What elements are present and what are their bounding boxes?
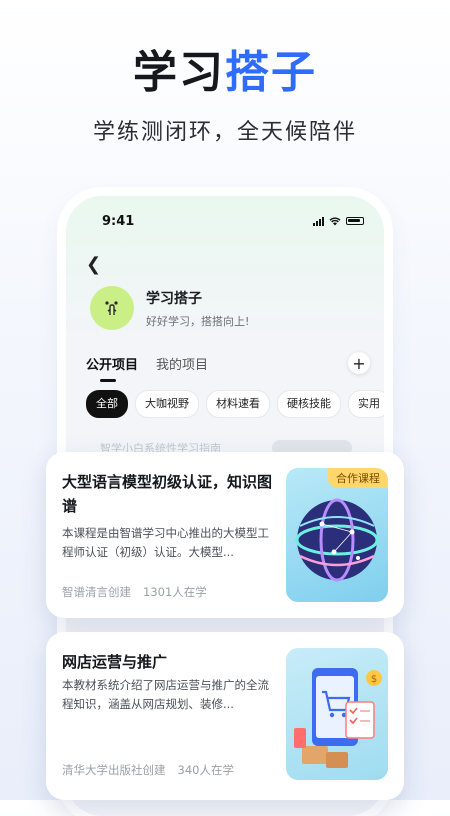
course-learners: 1301人在学 bbox=[143, 585, 207, 599]
course-thumbnail: 合作课程 bbox=[286, 468, 388, 602]
profile-name: 学习搭子 bbox=[146, 291, 202, 307]
filter-chip-practical[interactable]: 实用 bbox=[348, 390, 384, 418]
status-icons bbox=[313, 216, 364, 226]
course-description: 本课程是由智谱学习中心推出的大模型工程师认证（初级）认证。大模型... bbox=[62, 526, 269, 559]
globe-network-icon bbox=[295, 498, 379, 582]
course-description: 本教材系统介绍了网店运营与推广的全流程知识，涵盖从网店规划、装修... bbox=[62, 678, 269, 711]
tab-public-projects[interactable]: 公开项目 bbox=[86, 354, 138, 382]
hero-title: 学习搭子 bbox=[0, 36, 450, 100]
course-card[interactable]: 网店运营与推广 本教材系统介绍了网店运营与推广的全流程知识，涵盖从网店规划、装修… bbox=[46, 632, 404, 800]
svg-text:$: $ bbox=[371, 674, 377, 685]
hero-title-part1: 学习 bbox=[133, 47, 225, 98]
filter-chip-experts[interactable]: 大咖视野 bbox=[135, 390, 199, 418]
course-title: 网店运营与推广 bbox=[62, 653, 168, 671]
filter-chip-materials[interactable]: 材料速看 bbox=[206, 390, 270, 418]
course-meta: 清华大学出版社创建 340人在学 bbox=[62, 762, 234, 778]
filter-chip-all[interactable]: 全部 bbox=[86, 390, 128, 418]
filter-chips: 全部 大咖视野 材料速看 硬核技能 实用 bbox=[86, 390, 384, 418]
add-project-button[interactable]: + bbox=[348, 352, 370, 374]
course-creator: 智谱清言创建 bbox=[62, 585, 131, 599]
course-thumbnail: $ bbox=[286, 648, 388, 780]
tab-my-projects[interactable]: 我的项目 bbox=[156, 354, 208, 373]
battery-icon bbox=[346, 217, 364, 225]
course-meta: 智谱清言创建 1301人在学 bbox=[62, 584, 207, 600]
shush-face-icon bbox=[105, 301, 118, 315]
hero-subtitle: 学练测闭环，全天候陪伴 bbox=[92, 120, 357, 145]
course-creator: 清华大学出版社创建 bbox=[62, 763, 166, 777]
hero-title-part2: 搭子 bbox=[225, 47, 317, 98]
status-time: 9:41 bbox=[102, 214, 135, 229]
ecommerce-icon: $ bbox=[294, 668, 382, 768]
signal-icon bbox=[313, 216, 324, 226]
plus-icon: + bbox=[352, 353, 366, 373]
profile-bio: 好好学习，搭搭向上! bbox=[146, 315, 250, 328]
back-icon[interactable]: ❮ bbox=[86, 254, 101, 275]
wifi-icon bbox=[329, 217, 341, 225]
course-title: 大型语言模型初级认证，知识图谱 bbox=[62, 473, 273, 515]
course-card[interactable]: 大型语言模型初级认证，知识图谱 本课程是由智谱学习中心推出的大模型工程师认证（初… bbox=[46, 452, 404, 618]
course-learners: 340人在学 bbox=[177, 763, 234, 777]
partner-badge: 合作课程 bbox=[328, 468, 388, 488]
avatar bbox=[90, 286, 134, 330]
project-tabs: 公开项目 我的项目 bbox=[86, 354, 208, 382]
filter-chip-hard-skills[interactable]: 硬核技能 bbox=[277, 390, 341, 418]
